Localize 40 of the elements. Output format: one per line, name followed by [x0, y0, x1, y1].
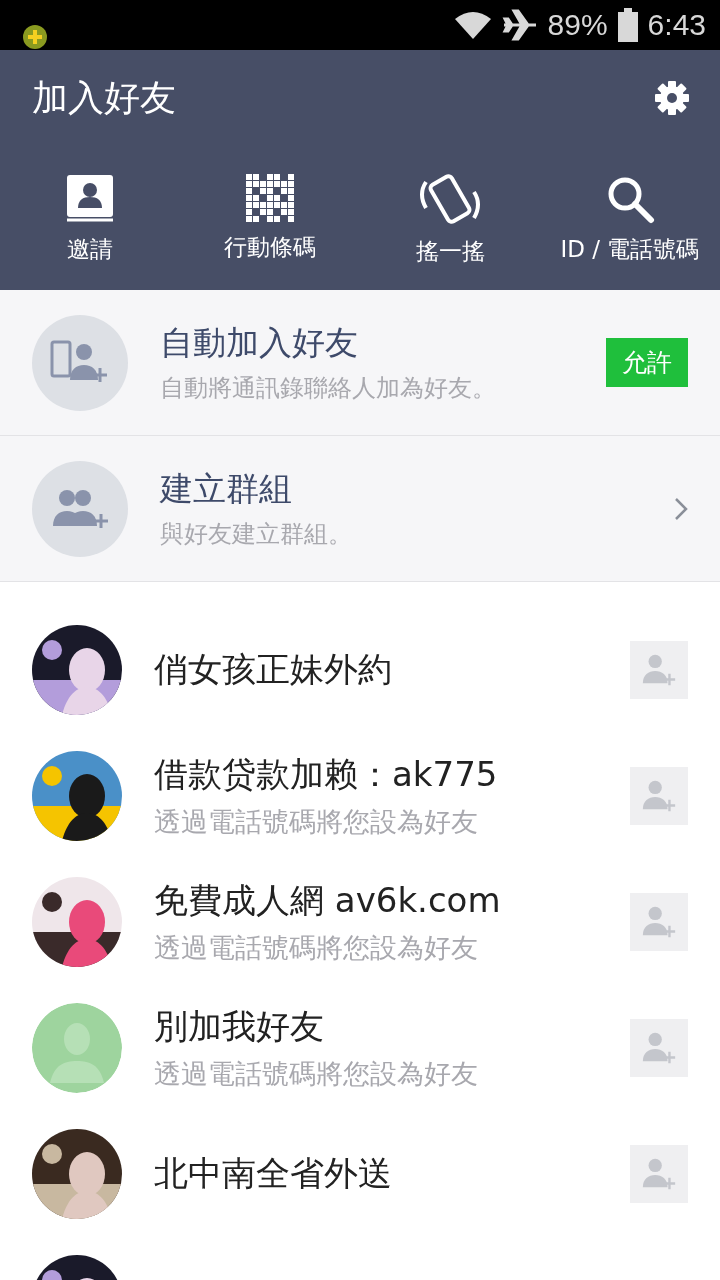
airplane-icon [501, 9, 538, 41]
contact-name: 借款贷款加赖：ak775 [154, 753, 499, 796]
settings-icon[interactable] [654, 80, 690, 116]
contact-row[interactable]: 免費成人網 av6k.com 透過電話號碼將您設為好友 [0, 859, 720, 985]
contact-subtitle: 透過電話號碼將您設為好友 [154, 931, 479, 965]
contact-book-icon [66, 174, 114, 224]
battery-percent: 89% [547, 8, 608, 42]
add-method-button[interactable]: 行動條碼 [180, 170, 360, 271]
battery-icon [617, 8, 638, 42]
add-method-button[interactable]: 邀請 [0, 170, 180, 271]
add-friend-button[interactable] [630, 1145, 688, 1203]
add-friend-button[interactable] [630, 641, 688, 699]
add-method-button[interactable]: ID / 電話號碼 [540, 170, 720, 271]
default-avatar-icon [32, 1003, 122, 1093]
contact-subtitle: 透過電話號碼將您設為好友 [154, 805, 479, 839]
contact-subtitle: 透過電話號碼將您設為好友 [154, 1057, 479, 1091]
wifi-icon [453, 10, 492, 40]
contact-name: 免費成人網 av6k.com [154, 879, 502, 922]
clock-time: 6:43 [647, 8, 706, 42]
add-friend-button[interactable] [630, 1019, 688, 1077]
contact-name: 俏女孩正妹外約 [154, 648, 393, 691]
feature-subtitle: 與好友建立群組。 [160, 519, 353, 550]
app-notification-icon [22, 24, 48, 50]
contact-row[interactable]: 俏女孩正妹外約 [0, 607, 720, 733]
add-friend-button[interactable] [630, 893, 688, 951]
contact-name: 北中南全省外送 [154, 1152, 393, 1195]
feature-title: 建立群組 [160, 468, 293, 510]
contact-row[interactable]: 北中南全省外送 [0, 1111, 720, 1237]
contact-row[interactable]: 別加我好友 透過電話號碼將您設為好友 [0, 985, 720, 1111]
contact-row[interactable]: 借款贷款加赖：ak775 透過電話號碼將您設為好友 [0, 733, 720, 859]
feature-title: 自動加入好友 [160, 322, 359, 364]
feature-subtitle: 自動將通訊錄聯絡人加為好友。 [160, 373, 497, 404]
contact-name: 別加我好友 [154, 1005, 325, 1048]
feature-row[interactable]: 建立群組 與好友建立群組。 [0, 436, 720, 582]
add-friend-button[interactable] [630, 767, 688, 825]
add-method-button[interactable]: 搖一搖 [360, 170, 540, 271]
qr-code-icon [246, 174, 294, 222]
chevron-right-icon [674, 496, 688, 521]
feature-row[interactable]: 自動加入好友 自動將通訊錄聯絡人加為好友。 允許 [0, 290, 720, 436]
page-title: 加入好友 [32, 75, 176, 120]
